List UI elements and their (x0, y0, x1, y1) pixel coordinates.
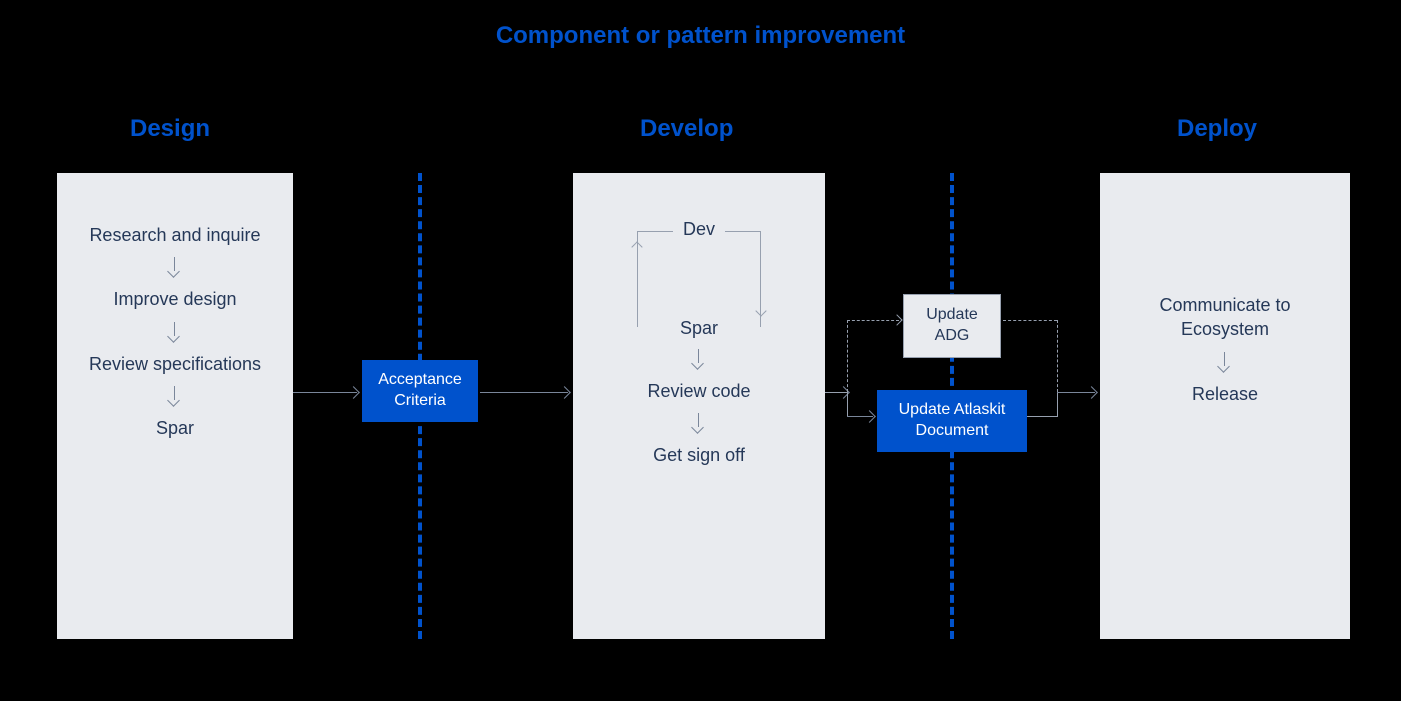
develop-box: Dev Spar Review code Get sign off (573, 173, 825, 639)
loop-label-spar: Spar (670, 318, 728, 339)
phase-label-develop: Develop (640, 115, 733, 143)
down-arrow-icon (168, 257, 182, 277)
connector-down (847, 392, 848, 416)
down-arrow-icon (168, 322, 182, 342)
connector-up-dashed (847, 320, 848, 392)
arrow-to-deploy (1057, 392, 1095, 393)
arrow-to-adg-head (891, 314, 902, 325)
down-arrow-icon (692, 349, 706, 369)
loop-up-arrow-icon (631, 241, 642, 252)
gate-update-atlaskit: Update Atlaskit Document (877, 390, 1027, 452)
phase-label-deploy: Deploy (1177, 115, 1257, 143)
deploy-box: Communicate to Ecosystem Release (1100, 173, 1350, 639)
connector-stem (825, 392, 847, 393)
down-arrow-icon (1218, 352, 1232, 372)
design-step-improve: Improve design (75, 287, 275, 311)
arrow-to-atlaskit (847, 416, 873, 417)
down-arrow-icon (168, 386, 182, 406)
design-step-review: Review specifications (75, 352, 275, 376)
phase-label-design: Design (130, 115, 210, 143)
design-step-research: Research and inquire (75, 223, 275, 247)
dev-spar-loop: Dev Spar (619, 219, 779, 339)
connector-adg-down-dashed (1057, 320, 1058, 392)
connector-atlaskit-right (1027, 416, 1057, 417)
gate-update-adg: Update ADG (903, 294, 1001, 358)
gate-acceptance-criteria: Acceptance Criteria (362, 360, 478, 422)
arrow-acceptance-to-develop (480, 392, 568, 393)
develop-step-review-code: Review code (591, 379, 807, 403)
deploy-step-release: Release (1118, 382, 1332, 406)
down-arrow-icon (692, 413, 706, 433)
deploy-step-communicate: Communicate to Ecosystem (1118, 293, 1332, 342)
develop-step-signoff: Get sign off (591, 443, 807, 467)
design-box: Research and inquire Improve design Revi… (57, 173, 293, 639)
connector-adg-right-dashed (1003, 320, 1057, 321)
connector-atlaskit-up (1057, 392, 1058, 417)
design-step-spar: Spar (75, 416, 275, 440)
arrow-design-to-acceptance (293, 392, 357, 393)
loop-down-arrow-icon (755, 305, 766, 316)
loop-label-dev: Dev (673, 219, 725, 240)
diagram-title: Component or pattern improvement (0, 22, 1401, 50)
